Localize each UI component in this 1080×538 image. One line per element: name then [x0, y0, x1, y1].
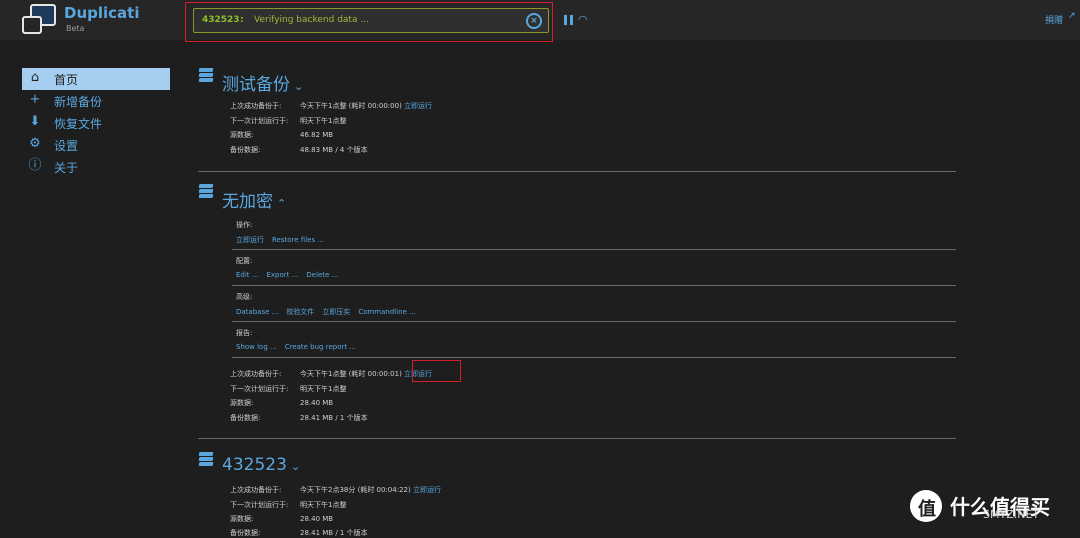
donate-link[interactable]: 捐赠: [1045, 13, 1063, 26]
verify-files-link[interactable]: 校验文件: [286, 308, 314, 316]
next-run-line: 下一次计划运行于: 明天下午1点整: [230, 117, 347, 125]
restore-files-link[interactable]: Restore files ...: [272, 236, 324, 244]
external-link-icon: ↗: [1068, 11, 1076, 21]
section-divider: [232, 321, 956, 322]
status-text: Verifying backend data ...: [254, 15, 369, 25]
watermark-url: SMYZ.NET: [983, 508, 1040, 521]
sidebar-item-about[interactable]: ⓘ 关于: [22, 156, 170, 178]
restore-icon: ⬇: [29, 114, 41, 129]
throttle-icon[interactable]: ◠: [578, 13, 588, 26]
run-now-link[interactable]: 立即运行: [413, 486, 441, 494]
job-title[interactable]: 无加密 ⌃: [222, 187, 286, 212]
database-icon: [198, 68, 216, 86]
status-job-id: 432523: [202, 15, 240, 25]
duplicati-logo-icon[interactable]: [22, 4, 56, 36]
last-backup-line: 上次成功备份于: 今天下午2点38分 (耗时 00:04:22) 立即运行: [230, 486, 441, 494]
database-link[interactable]: Database ...: [236, 308, 278, 316]
section-label-operations: 操作:: [236, 221, 253, 229]
backup-size-line: 备份数据: 48.83 MB / 4 个版本: [230, 146, 368, 154]
section-label-reports: 报告:: [236, 329, 253, 337]
reports-links: Show log ... Create bug report ...: [236, 343, 364, 351]
config-links: Edit ... Export ... Delete ...: [236, 271, 346, 279]
sidebar-item-restore[interactable]: ⬇ 恢复文件: [22, 112, 170, 134]
commandline-link[interactable]: Commandline ...: [358, 308, 416, 316]
section-divider: [232, 249, 956, 250]
pause-icon[interactable]: [564, 15, 573, 25]
status-separator: :: [240, 15, 244, 25]
sidebar-item-add-backup[interactable]: + 新增备份: [22, 90, 170, 112]
plus-icon: +: [29, 92, 41, 107]
stop-icon[interactable]: ×: [526, 13, 542, 29]
section-divider: [232, 285, 956, 286]
sidebar-item-label: 关于: [54, 161, 79, 175]
last-backup-line: 上次成功备份于: 今天下午1点整 (耗时 00:00:00) 立即运行: [230, 102, 433, 110]
sidebar-item-settings[interactable]: ⚙ 设置: [22, 134, 170, 156]
chevron-down-icon[interactable]: ⌄: [291, 460, 300, 473]
edit-link[interactable]: Edit ...: [236, 271, 258, 279]
section-divider: [232, 357, 956, 358]
sidebar-nav: ⌂ 首页 + 新增备份 ⬇ 恢复文件 ⚙ 设置 ⓘ 关于: [22, 68, 172, 178]
run-now-highlight-box: [412, 360, 461, 382]
chevron-down-icon[interactable]: ⌄: [294, 80, 303, 93]
app-subtitle: Beta: [66, 24, 85, 33]
section-label-advanced: 高级:: [236, 293, 253, 301]
export-link[interactable]: Export ...: [266, 271, 298, 279]
sidebar-item-label: 新增备份: [54, 95, 103, 109]
next-run-line: 下一次计划运行于: 明天下午1点整: [230, 501, 347, 509]
sidebar-item-label: 恢复文件: [54, 117, 103, 131]
progress-status-bar: 432523 : Verifying backend data ... ×: [193, 8, 549, 33]
backup-size-line: 备份数据: 28.41 MB / 1 个版本: [230, 529, 368, 537]
info-icon: ⓘ: [28, 158, 42, 173]
top-header: Duplicati Beta 432523 : Verifying backen…: [0, 0, 1080, 42]
show-log-link[interactable]: Show log ...: [236, 343, 277, 351]
last-backup-line: 上次成功备份于: 今天下午1点整 (耗时 00:00:01) 立即运行: [230, 370, 433, 378]
next-run-line: 下一次计划运行于: 明天下午1点整: [230, 385, 347, 393]
operations-links: 立即运行 Restore files ...: [236, 235, 332, 245]
database-icon: [198, 452, 216, 470]
app-title[interactable]: Duplicati: [64, 4, 139, 22]
source-size-line: 源数据: 28.40 MB: [230, 399, 334, 407]
source-size-line: 源数据: 46.82 MB: [230, 131, 334, 139]
sidebar-item-label: 设置: [54, 139, 79, 153]
sidebar-item-home[interactable]: ⌂ 首页: [22, 68, 170, 90]
sidebar-item-label: 首页: [54, 73, 79, 87]
run-now-link[interactable]: 立即运行: [404, 102, 432, 110]
gear-icon: ⚙: [29, 136, 41, 151]
bug-report-link[interactable]: Create bug report ...: [285, 343, 356, 351]
compact-now-link[interactable]: 立即压实: [322, 308, 350, 316]
job-title[interactable]: 432523 ⌄: [222, 455, 300, 475]
delete-link[interactable]: Delete ...: [306, 271, 338, 279]
backup-size-line: 备份数据: 28.41 MB / 1 个版本: [230, 414, 368, 422]
job-divider: [198, 438, 956, 439]
home-icon: ⌂: [30, 70, 40, 85]
job-title[interactable]: 测试备份 ⌄: [222, 70, 303, 95]
run-now-link[interactable]: 立即运行: [236, 236, 264, 244]
source-size-line: 源数据: 28.40 MB: [230, 515, 334, 523]
watermark-glyph: 值: [918, 499, 936, 520]
advanced-links: Database ... 校验文件 立即压实 Commandline ...: [236, 307, 424, 317]
chevron-up-icon[interactable]: ⌃: [277, 197, 286, 210]
job-divider: [198, 171, 956, 172]
database-icon: [198, 184, 216, 202]
section-label-config: 配置:: [236, 257, 253, 265]
